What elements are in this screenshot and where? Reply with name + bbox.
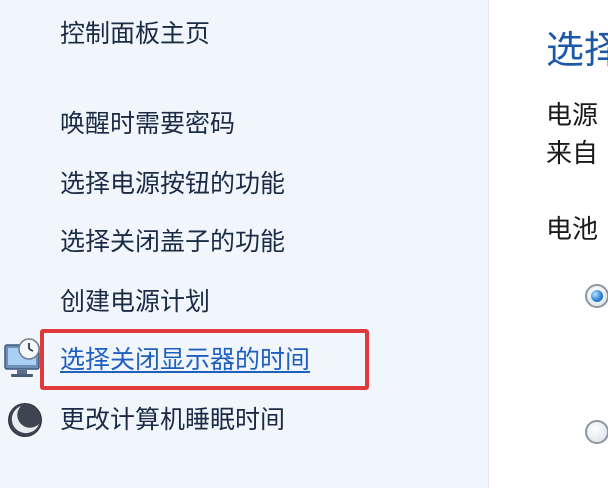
sidebar-link-lid-close-function[interactable]: 选择关闭盖子的功能 bbox=[60, 226, 285, 258]
page-title: 选择 bbox=[546, 28, 608, 72]
description-line-1: 电源 bbox=[546, 101, 599, 131]
sidebar-link-sleep-time[interactable]: 更改计算机睡眠时间 bbox=[60, 404, 285, 436]
section-label-battery: 电池 bbox=[546, 215, 599, 245]
plan-radio-unselected[interactable] bbox=[585, 420, 608, 444]
sidebar-link-power-button-function[interactable]: 选择电源按钮的功能 bbox=[60, 168, 285, 200]
sidebar-link-create-power-plan[interactable]: 创建电源计划 bbox=[60, 286, 210, 318]
sidebar-link-require-password-on-wakeup[interactable]: 唤醒时需要密码 bbox=[60, 108, 235, 140]
red-highlight-box bbox=[40, 329, 369, 390]
sidebar-link-control-panel-home[interactable]: 控制面板主页 bbox=[60, 18, 210, 50]
power-options-window: 控制面板主页 唤醒时需要密码 选择电源按钮的功能 选择关闭盖子的功能 创建电源计… bbox=[0, 0, 608, 488]
radio-selected-dot bbox=[591, 290, 603, 302]
task-sidebar: 控制面板主页 唤醒时需要密码 选择电源按钮的功能 选择关闭盖子的功能 创建电源计… bbox=[0, 0, 489, 488]
display-clock-icon[interactable] bbox=[4, 337, 42, 379]
plan-radio-selected[interactable] bbox=[585, 284, 608, 308]
description-line-2: 来自 bbox=[546, 139, 599, 169]
moon-icon[interactable] bbox=[6, 400, 44, 440]
main-content-pane: 选择 电源 来自 电池 bbox=[489, 0, 608, 488]
